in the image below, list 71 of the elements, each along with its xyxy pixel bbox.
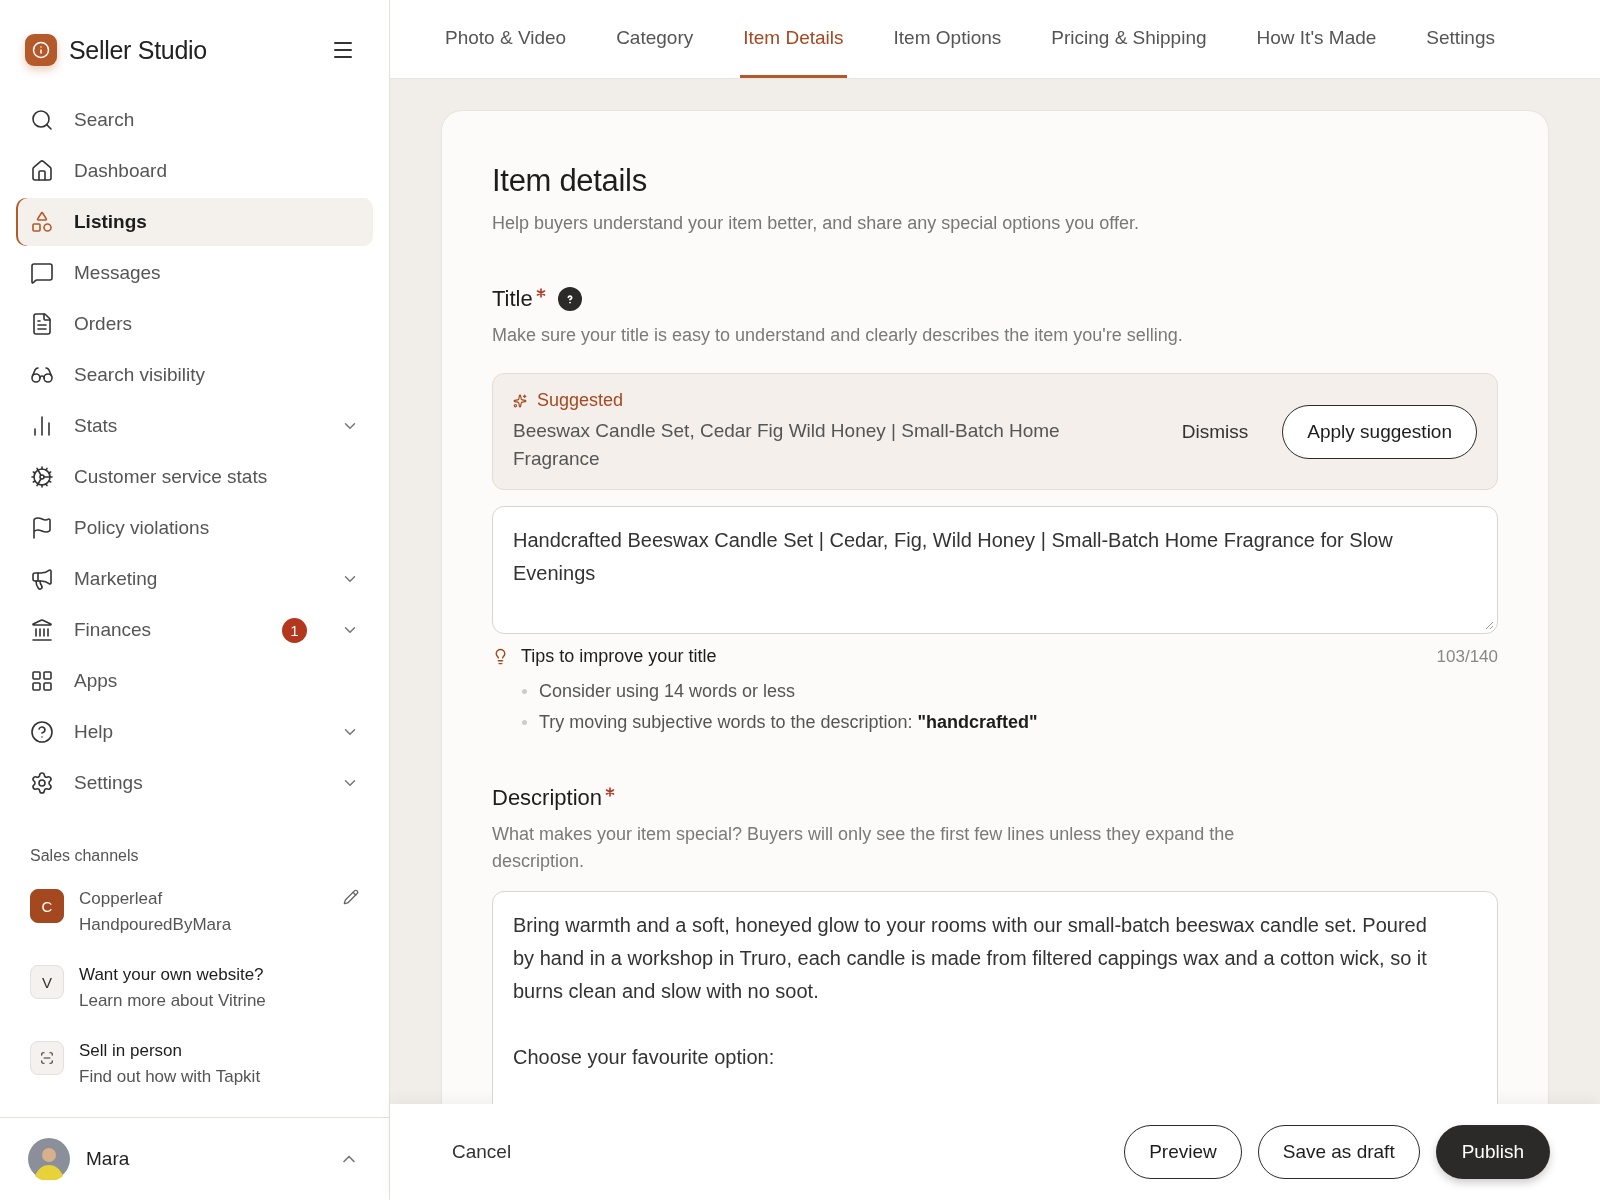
- edit-icon[interactable]: [343, 889, 359, 905]
- sidebar-item[interactable]: Dashboard: [16, 147, 373, 195]
- shop-avatar: V: [30, 965, 64, 999]
- sidebar-item[interactable]: Finances 1: [16, 606, 373, 654]
- document-icon: [30, 312, 54, 336]
- bank-icon: [30, 618, 54, 642]
- user-avatar: [28, 1138, 70, 1180]
- page-subheading: Help buyers understand your item better, and share any special options you offer.: [492, 213, 1141, 234]
- sidebar-item[interactable]: Listings: [16, 198, 373, 246]
- field-label: Description: [492, 785, 603, 811]
- tab[interactable]: Item Details: [740, 0, 847, 78]
- channel-subtitle[interactable]: Learn more about Vitrine: [79, 991, 359, 1011]
- shop-avatar: C: [30, 889, 64, 923]
- apply-suggestion-button[interactable]: Apply suggestion: [1282, 404, 1477, 459]
- description-input[interactable]: Bring warmth and a soft, honeyed glow to your rooms with our small-batch beeswax candle set. Poured by hand in a workshop in Truro, each candle is made from filtered cappings wax and a cotton wick, so it burns clean and slow with no soot. Choose your favourite option:: [492, 891, 1498, 1104]
- page-heading: Item details: [492, 163, 648, 199]
- sidebar-item[interactable]: Customer service stats: [16, 453, 373, 501]
- flag-icon: [30, 516, 54, 540]
- chat-bubble-icon: [30, 261, 54, 285]
- field-hint: What makes your item special? Buyers will only see the first few lines unless they expand the description.: [492, 823, 1236, 873]
- dismiss-button[interactable]: Dismiss: [1175, 419, 1255, 444]
- gear-icon: [30, 465, 54, 489]
- sidebar-item[interactable]: Search visibility: [16, 351, 373, 399]
- suggestion-label: Suggested: [537, 390, 624, 411]
- sidebar-item[interactable]: Marketing: [16, 555, 373, 603]
- suggested-title: Beeswax Candle Set, Cedar Fig Wild Honey | Small-Batch Home Fragrance: [513, 419, 1061, 471]
- tab[interactable]: Category: [613, 0, 697, 78]
- character-count: 103/140: [1436, 646, 1498, 667]
- field-hint: Make sure your title is easy to understand and clearly describes the item you're selling.: [492, 324, 1184, 347]
- sparkle-icon: [513, 393, 527, 408]
- tab[interactable]: Photo & Video: [442, 0, 570, 78]
- megaphone-icon: [30, 567, 54, 591]
- help-icon[interactable]: [557, 287, 582, 311]
- tab[interactable]: Item Options: [890, 0, 1005, 78]
- secondary-button[interactable]: Preview: [1124, 1125, 1242, 1179]
- channel-subtitle: HandpouredByMara: [79, 915, 233, 935]
- sidebar-item[interactable]: Orders: [16, 300, 373, 348]
- sidebar-item[interactable]: Messages: [16, 249, 373, 297]
- shapes-icon: [30, 210, 54, 234]
- sidebar-item[interactable]: Stats: [16, 402, 373, 450]
- publish-button[interactable]: Publish: [1435, 1125, 1550, 1179]
- sidebar-item[interactable]: Policy violations: [16, 504, 373, 552]
- channel-title[interactable]: Sell in person: [79, 1041, 359, 1061]
- section-heading: Sales channels: [29, 846, 140, 866]
- sidebar-item[interactable]: Search: [16, 96, 373, 144]
- settings-icon: [30, 771, 54, 795]
- tab[interactable]: How It's Made: [1253, 0, 1380, 78]
- notification-badge: 1: [282, 617, 307, 643]
- search-icon: [30, 108, 54, 132]
- cancel-button[interactable]: Cancel: [446, 1140, 518, 1164]
- grid-icon: [30, 669, 54, 693]
- title-input[interactable]: Handcrafted Beeswax Candle Set | Cedar, Fig, Wild Honey | Small-Batch Home Fragrance for Slow Evenings: [492, 506, 1498, 634]
- secondary-button[interactable]: Save as draft: [1257, 1125, 1420, 1179]
- resize-handle-icon[interactable]: [1485, 621, 1494, 630]
- channel-title: Copperleaf: [79, 889, 164, 909]
- tip-text: Try moving subjective words to the description: "handcrafted": [539, 712, 1038, 733]
- tab[interactable]: Settings: [1423, 0, 1498, 78]
- sidebar-item[interactable]: Settings: [16, 759, 373, 807]
- field-label: Title: [492, 286, 533, 312]
- tip-text: Consider using 14 words or less: [539, 681, 796, 702]
- sidebar-item[interactable]: Apps: [16, 657, 373, 705]
- app-name: Seller Studio: [69, 35, 208, 65]
- channel-title[interactable]: Want your own website?: [79, 965, 359, 985]
- channel-subtitle[interactable]: Find out how with Tapkit: [79, 1067, 359, 1087]
- sidebar-item[interactable]: Help: [16, 708, 373, 756]
- app-logo-icon: [25, 34, 57, 66]
- help-icon: [30, 720, 54, 744]
- user-name: Mara: [86, 1148, 131, 1170]
- tips-heading: Tips to improve your title: [521, 646, 718, 667]
- tab[interactable]: Pricing & Shipping: [1048, 0, 1210, 78]
- home-icon: [30, 159, 54, 183]
